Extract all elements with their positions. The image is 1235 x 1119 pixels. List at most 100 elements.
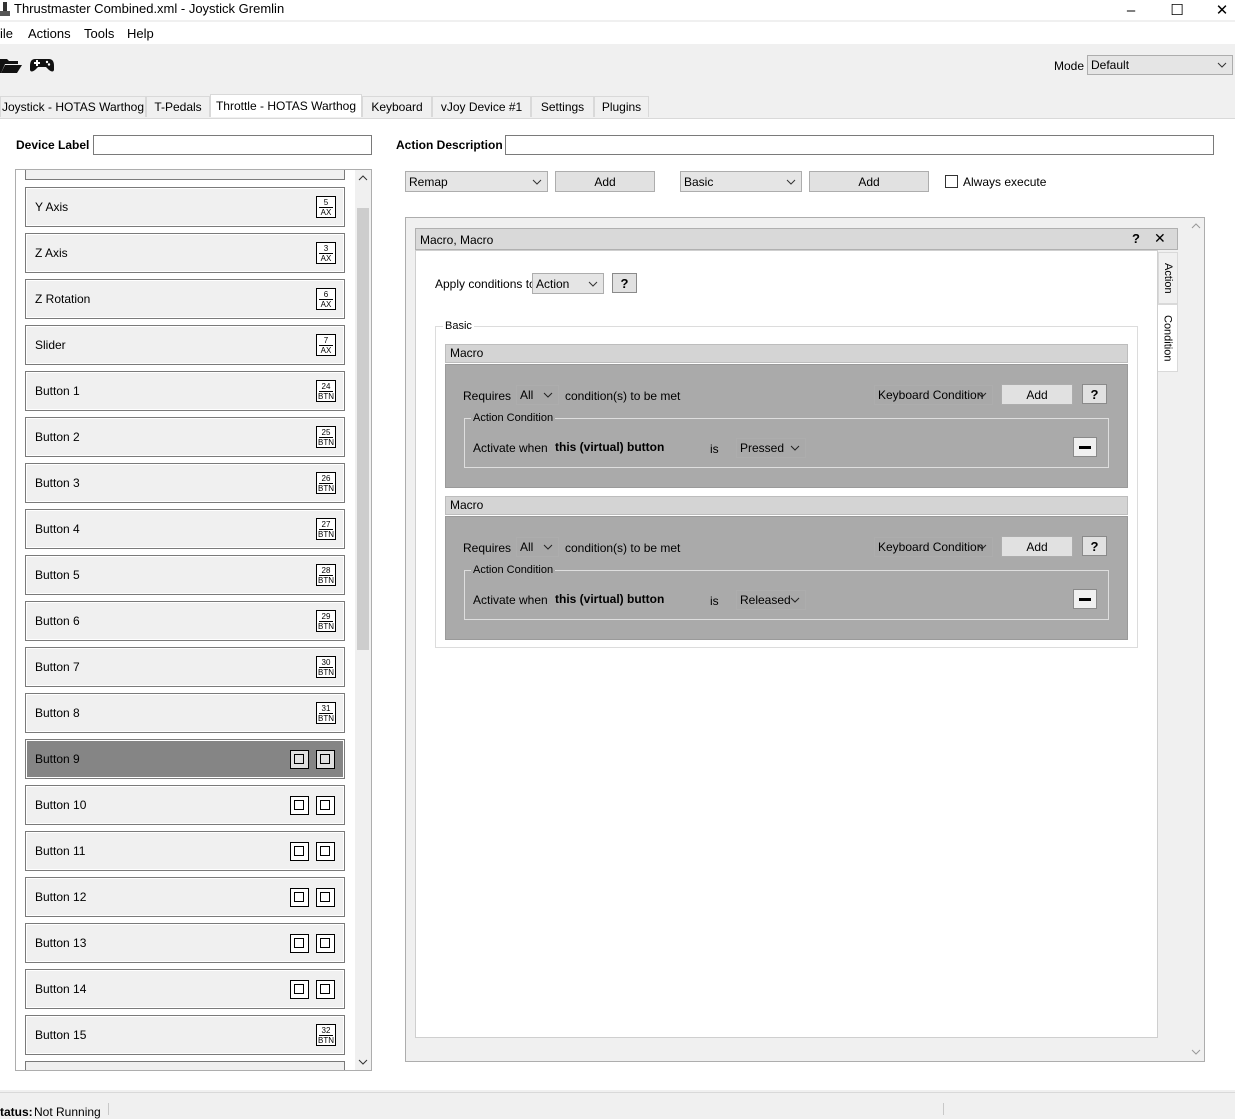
macro-1-requires-select[interactable]: All (516, 385, 559, 405)
action-type-select[interactable]: Remap (405, 171, 548, 192)
action-area-scrollbar[interactable] (1188, 218, 1204, 1061)
macro-2-met-label: condition(s) to be met (565, 541, 681, 555)
chevron-down-icon[interactable] (358, 1059, 368, 1065)
macro-2-condition-type-select[interactable]: Keyboard Condition (874, 537, 993, 557)
window-title: Thrustmaster Combined.xml - Joystick Gre… (14, 1, 285, 16)
input-list-scrollbar[interactable] (355, 170, 371, 1070)
menu-file[interactable]: ile (0, 26, 13, 41)
macro-2-subject-label: this (virtual) button (555, 592, 665, 606)
gamepad-icon[interactable] (29, 57, 55, 73)
macro-2-requires-select[interactable]: All (516, 537, 559, 557)
tab-joystick-hotas-warthog[interactable]: Joystick - HOTAS Warthog (0, 96, 146, 117)
minimize-button[interactable]: – (1108, 0, 1154, 20)
input-item-button-12[interactable]: Button 12 (25, 877, 345, 917)
button-badge-icon: 24 BTN (316, 380, 336, 402)
tab-settings[interactable]: Settings (531, 96, 594, 117)
action-description-input[interactable] (505, 135, 1214, 155)
input-item-button-3[interactable]: Button 3 26 BTN (25, 463, 345, 503)
add-action-button[interactable]: Add (555, 171, 655, 192)
tab-throttle-hotas-warthog[interactable]: Throttle - HOTAS Warthog (210, 94, 362, 117)
macro-1-remove-condition-button[interactable] (1073, 437, 1097, 457)
chevron-down-icon (790, 597, 800, 603)
input-item-button-14[interactable]: Button 14 (25, 969, 345, 1009)
macro-2-add-condition-button[interactable]: Add (1001, 536, 1073, 557)
chevron-up-icon[interactable] (1191, 223, 1201, 229)
container-type-select[interactable]: Basic (680, 171, 802, 192)
menu-tools[interactable]: Tools (84, 26, 114, 41)
axis-badge-icon: 6 AX (316, 288, 336, 310)
keyboard-macro-icon (316, 842, 335, 861)
tab-t-pedals[interactable]: T-Pedals (146, 96, 210, 117)
input-item-slider[interactable]: Slider 7 AX (25, 325, 345, 365)
input-item-button-13[interactable]: Button 13 (25, 923, 345, 963)
basic-group-title: Basic (443, 320, 474, 332)
action-description-caption: Action Description (396, 138, 503, 152)
macro-2-is-label: is (710, 594, 719, 608)
input-item-button-1[interactable]: Button 1 24 BTN (25, 371, 345, 411)
apply-conditions-help-button[interactable]: ? (612, 273, 637, 293)
input-item-button-2[interactable]: Button 2 25 BTN (25, 417, 345, 457)
chevron-down-icon[interactable] (1191, 1049, 1201, 1055)
macro-1-add-condition-button[interactable]: Add (1001, 384, 1073, 405)
always-execute-checkbox[interactable] (945, 175, 958, 188)
menu-bar: ile Actions Tools Help (0, 22, 1235, 44)
input-item-button-15[interactable]: Button 15 32 BTN (25, 1015, 345, 1055)
apply-conditions-select[interactable]: Action (532, 273, 604, 294)
menu-actions[interactable]: Actions (28, 26, 71, 41)
tab-vjoy-device[interactable]: vJoy Device #1 (432, 96, 531, 117)
macro-1-subject-label: this (virtual) button (555, 440, 665, 454)
folder-open-icon[interactable] (0, 56, 22, 74)
tab-plugins[interactable]: Plugins (594, 96, 649, 117)
device-tabs: Joystick - HOTAS Warthog T-Pedals Thrott… (0, 94, 1235, 118)
input-list: Y Axis 5 AX Z Axis 3 AX Z Rotation 6 AX Sli… (15, 169, 372, 1071)
maximize-button[interactable]: ☐ (1154, 0, 1200, 20)
chevron-down-icon (543, 392, 553, 398)
input-item-button-11[interactable]: Button 11 (25, 831, 345, 871)
keyboard-macro-icon (290, 842, 309, 861)
button-badge-icon: 29 BTN (316, 610, 336, 632)
menu-help[interactable]: Help (127, 26, 154, 41)
axis-badge-icon: 3 AX (316, 242, 336, 264)
mode-select[interactable]: Default (1087, 55, 1233, 75)
input-item-button-7[interactable]: Button 7 30 BTN (25, 647, 345, 687)
device-label-input[interactable] (93, 135, 372, 155)
macro-2-state-select[interactable]: Released (736, 590, 806, 610)
input-item-z-rotation[interactable]: Z Rotation 6 AX (25, 279, 345, 319)
close-icon[interactable]: ✕ (1154, 230, 1166, 247)
macro-2-remove-condition-button[interactable] (1073, 589, 1097, 609)
keyboard-macro-icon (316, 750, 335, 769)
add-container-button[interactable]: Add (809, 171, 929, 192)
macro-2-title: Macro (445, 496, 1128, 515)
macro-1-help-button[interactable]: ? (1082, 384, 1107, 404)
button-badge-icon: 32 BTN (316, 1024, 336, 1046)
tab-keyboard[interactable]: Keyboard (362, 96, 432, 117)
vtab-condition[interactable]: Condition (1158, 304, 1178, 372)
input-item-button-5[interactable]: Button 5 28 BTN (25, 555, 345, 595)
input-item-button-4[interactable]: Button 4 27 BTN (25, 509, 345, 549)
keyboard-macro-icon (290, 980, 309, 999)
list-item-partial[interactable] (25, 1061, 345, 1070)
button-badge-icon: 25 BTN (316, 426, 336, 448)
vtab-action[interactable]: Action (1158, 252, 1178, 304)
axis-badge-icon: 5 AX (316, 196, 336, 218)
chevron-up-icon[interactable] (358, 175, 368, 181)
macro-2-action-condition-title: Action Condition (471, 564, 556, 576)
macro-1-state-select[interactable]: Pressed (736, 438, 806, 458)
help-icon[interactable]: ? (1132, 231, 1140, 246)
macro-1-met-label: condition(s) to be met (565, 389, 681, 403)
input-item-button-9[interactable]: Button 9 (25, 739, 345, 779)
scroll-thumb[interactable] (357, 208, 369, 650)
close-window-button[interactable]: ✕ (1199, 0, 1235, 20)
input-item-button-6[interactable]: Button 6 29 BTN (25, 601, 345, 641)
input-item-z-axis[interactable]: Z Axis 3 AX (25, 233, 345, 273)
button-badge-icon: 27 BTN (316, 518, 336, 540)
input-item-button-8[interactable]: Button 8 31 BTN (25, 693, 345, 733)
macro-1-is-label: is (710, 442, 719, 456)
macro-2-help-button[interactable]: ? (1082, 536, 1107, 556)
keyboard-macro-icon (290, 796, 309, 815)
input-item-button-10[interactable]: Button 10 (25, 785, 345, 825)
input-item-y-axis[interactable]: Y Axis 5 AX (25, 187, 345, 227)
macro-1-condition-type-select[interactable]: Keyboard Condition (874, 385, 993, 405)
list-item-partial[interactable] (25, 170, 345, 180)
button-badge-icon: 26 BTN (316, 472, 336, 494)
